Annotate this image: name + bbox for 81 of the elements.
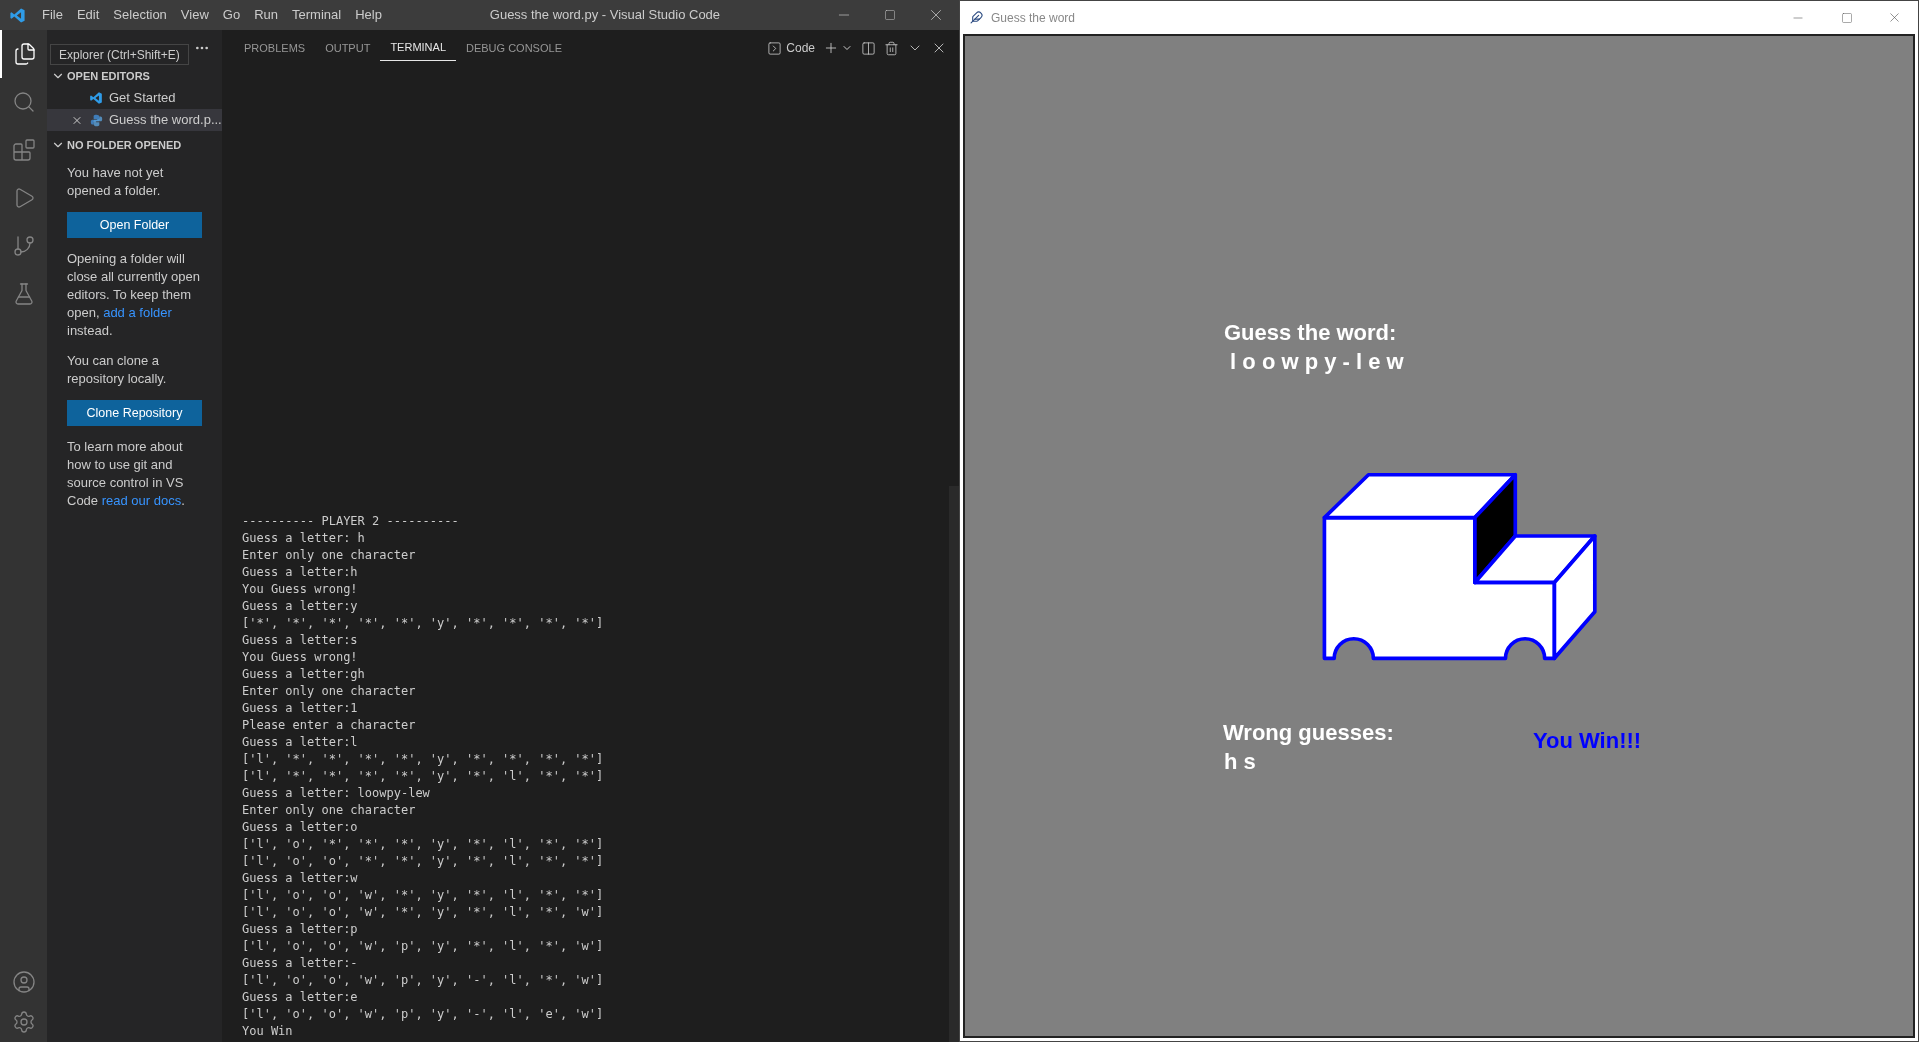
terminal-icon[interactable] xyxy=(767,40,783,56)
wrong-guesses-label: Wrong guesses: xyxy=(1223,720,1394,746)
section-header[interactable]: OPEN EDITORS xyxy=(47,65,222,87)
word-text: l o o w p y - l e w xyxy=(1229,349,1404,375)
menu-item[interactable]: View xyxy=(173,0,216,30)
terminal-line: ['l', 'o', 'o', '*', '*', 'y', '*', 'l', '*', '*'] xyxy=(242,853,604,870)
account-icon[interactable] xyxy=(11,970,36,994)
settings-icon[interactable] xyxy=(11,1010,36,1034)
action-button[interactable]: Clone Repository xyxy=(67,400,202,426)
panel-tab[interactable]: DEBUG CONSOLE xyxy=(456,35,572,61)
action-button[interactable]: Open Folder xyxy=(67,212,202,238)
terminal-line: Enter only one character xyxy=(242,683,416,700)
terminal-line: You Win xyxy=(242,1023,293,1040)
menu-item[interactable]: Go xyxy=(215,0,248,30)
menu-item[interactable]: Help xyxy=(348,0,389,30)
terminal-line: ['l', '*', '*', '*', '*', 'y', '*', 'l', '*', '*'] xyxy=(242,768,604,785)
info-text: Opening a folder will close all currently open editors. To keep them open, add a folder instead. xyxy=(67,250,201,340)
wrong-letters: h s xyxy=(1224,749,1256,775)
terminal-line: Guess a letter:y xyxy=(242,598,358,615)
terminal-line: ['l', 'o', 'o', 'w', 'p', 'y', '-', 'l', 'e', 'w'] xyxy=(242,1006,604,1023)
terminal-line: Guess a letter:gh xyxy=(242,666,365,683)
terminal-profile[interactable]: Code xyxy=(786,39,815,57)
vscode-logo-icon xyxy=(9,6,26,24)
window-title: Guess the word xyxy=(991,9,1076,27)
menu-item[interactable]: Run xyxy=(247,0,285,30)
terminal-line: ['l', 'o', 'o', 'w', 'p', 'y', '*', 'l', '*', 'w'] xyxy=(242,938,604,955)
terminal-line: Guess a letter: loowpy-lew xyxy=(242,785,430,802)
result-text: You Win!!! xyxy=(1533,728,1642,754)
trash-icon[interactable] xyxy=(884,40,899,56)
menu-item[interactable]: Selection xyxy=(106,0,174,30)
terminal-line: Enter only one character xyxy=(242,802,416,819)
section-header[interactable]: NO FOLDER OPENED xyxy=(47,134,222,156)
panel-tab[interactable]: TERMINAL xyxy=(380,35,456,61)
add-icon[interactable] xyxy=(823,40,839,56)
open-editor-item[interactable]: Get Started xyxy=(47,87,222,109)
terminal-line: ---------- PLAYER 2 ---------- xyxy=(242,513,459,530)
search-icon[interactable] xyxy=(11,90,36,114)
maximize-icon[interactable] xyxy=(1841,11,1853,24)
terminal-line: Guess a letter:e xyxy=(242,989,358,1006)
terminal-line: Enter only one character xyxy=(242,547,416,564)
terminal-line: Guess a letter:s xyxy=(242,632,358,649)
terminal-line: Please enter a character xyxy=(242,717,416,734)
terminal-line: Guess a letter:h xyxy=(242,564,358,581)
terminal-line: Guess a letter:l xyxy=(242,734,358,751)
file-name: Guess the word.p... xyxy=(109,111,222,130)
terminal-line: ['l', 'o', 'o', 'w', '*', 'y', '*', 'l', '*', 'w'] xyxy=(242,904,604,921)
terminal-line: ['*', '*', '*', '*', '*', 'y', '*', '*', '*', '*'] xyxy=(242,615,604,632)
tooltip: Explorer (Ctrl+Shift+E) xyxy=(50,44,189,65)
terminal-line: ['l', '*', '*', '*', '*', 'y', '*', '*', '*', '*'] xyxy=(242,751,604,768)
panel-tab[interactable]: PROBLEMS xyxy=(234,35,316,61)
source-control-icon[interactable] xyxy=(11,234,36,258)
terminal-line: Guess a letter:- xyxy=(242,955,358,972)
window-title: Guess the word.py - Visual Studio Code xyxy=(489,6,721,25)
info-text: You can clone a repository locally. xyxy=(67,352,168,388)
files-icon[interactable] xyxy=(12,42,37,66)
extensions-icon[interactable] xyxy=(11,138,36,162)
terminal-line: You Guess wrong! xyxy=(242,581,358,598)
terminal-line: Guess a letter: h xyxy=(242,530,365,547)
file-name: Get Started xyxy=(109,89,176,108)
terminal-line: Guess a letter:o xyxy=(242,819,358,836)
open-editor-item[interactable]: Guess the word.p... xyxy=(47,109,222,131)
terminal-line: You Guess wrong! xyxy=(242,649,358,666)
terminal-line: ['l', 'o', 'o', 'w', '*', 'y', '*', 'l', '*', '*'] xyxy=(242,887,604,904)
menu-item[interactable]: Terminal xyxy=(285,0,349,30)
split-icon[interactable] xyxy=(861,40,876,56)
scrollbar[interactable] xyxy=(949,486,959,1042)
terminal-line: Guess a letter:w xyxy=(242,870,358,887)
python-icon xyxy=(89,113,103,127)
terminal-line: ['l', 'o', 'o', 'w', 'p', 'y', '-', 'l', '*', 'w'] xyxy=(242,972,604,989)
prompt-text: Guess the word: xyxy=(1224,320,1397,346)
feather-icon xyxy=(970,11,983,24)
info-text: To learn more about how to use git and source control in VS Code read our docs. xyxy=(67,438,186,510)
menu-item[interactable]: Edit xyxy=(69,0,107,30)
vscode-logo-icon xyxy=(89,91,103,105)
menu-item[interactable]: File xyxy=(35,0,70,30)
terminal-line: ['l', 'o', '*', '*', '*', 'y', '*', 'l', '*', '*'] xyxy=(242,836,604,853)
terminal-line: Guess a letter:p xyxy=(242,921,358,938)
info-text: You have not yet opened a folder. xyxy=(67,164,165,200)
link[interactable]: add a folder xyxy=(103,305,172,320)
panel-tab[interactable]: OUTPUT xyxy=(315,35,381,61)
terminal-line: Guess a letter:1 xyxy=(242,700,358,717)
